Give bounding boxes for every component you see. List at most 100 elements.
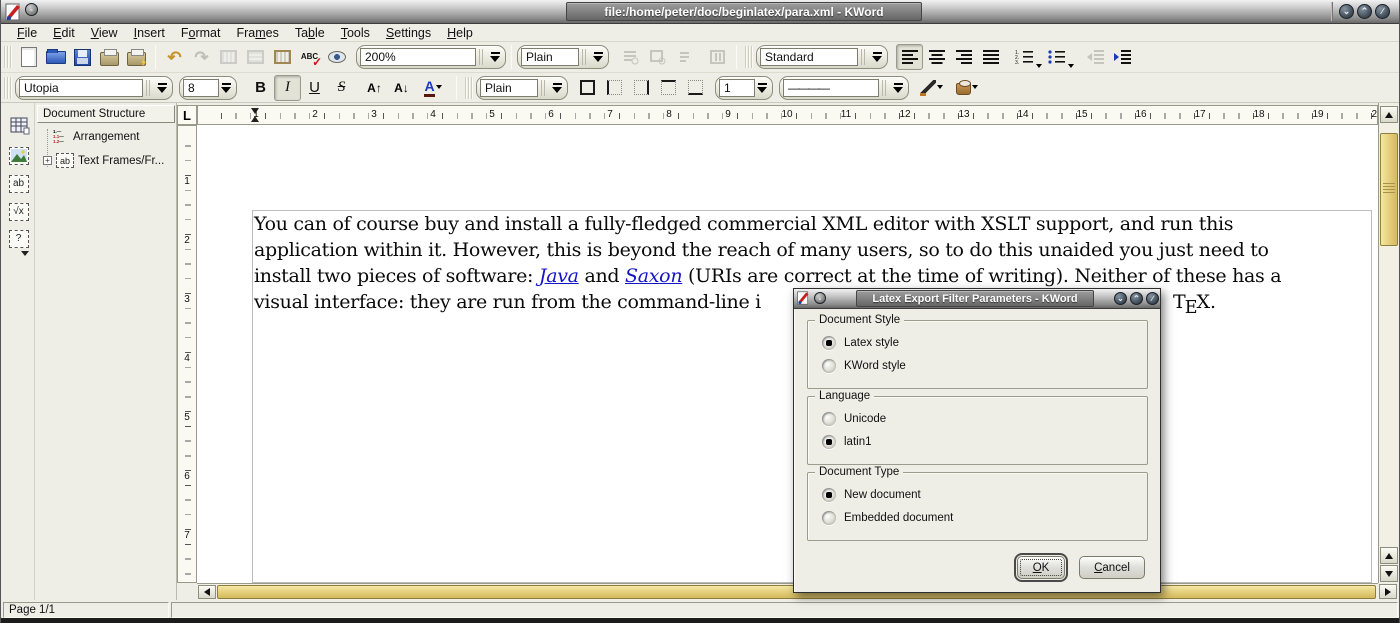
line-style-combobox[interactable]: ————: [779, 76, 909, 100]
redo-button[interactable]: ↷: [188, 44, 215, 70]
tree-item-arrangement[interactable]: 1.— 1.1— 1.2— Arrangement: [53, 129, 139, 144]
ok-button[interactable]: OK: [1017, 556, 1065, 579]
horizontal-ruler[interactable]: 1234567891011121314151617181920: [197, 105, 1378, 125]
numbered-list-button[interactable]: 1.2.3.: [1012, 44, 1044, 70]
indent-increase-button[interactable]: [1109, 44, 1136, 70]
chevron-down-icon[interactable]: [488, 52, 502, 62]
border-color-button[interactable]: [913, 75, 949, 101]
maximize-button[interactable]: ⌃: [1357, 4, 1372, 19]
chevron-down-icon[interactable]: [550, 83, 564, 93]
align-justify-button[interactable]: [977, 44, 1004, 70]
menu-file[interactable]: File: [9, 26, 45, 40]
bold-button[interactable]: B: [247, 75, 274, 101]
chevron-down-icon[interactable]: [219, 83, 233, 93]
frame-borders-button[interactable]: [215, 44, 242, 70]
create-style-button[interactable]: [617, 44, 644, 70]
radio-unicode[interactable]: Unicode: [822, 412, 886, 426]
radio-latex-style[interactable]: Latex style: [822, 336, 899, 350]
chevron-down-icon[interactable]: [436, 85, 442, 89]
style-manager-button[interactable]: [671, 44, 698, 70]
chevron-down-icon[interactable]: [1036, 64, 1042, 68]
align-right-button[interactable]: [950, 44, 977, 70]
spellcheck-button[interactable]: ABC✓: [296, 44, 323, 70]
radio-kword-style[interactable]: KWord style: [822, 359, 906, 373]
underline-button[interactable]: U: [301, 75, 328, 101]
radio-icon[interactable]: [822, 511, 836, 525]
border-top-button[interactable]: [655, 75, 682, 101]
document-structure-header[interactable]: Document Structure: [37, 105, 175, 123]
font-size-combobox[interactable]: 8: [179, 76, 237, 100]
print-preview-button[interactable]: [123, 44, 150, 70]
insert-formula-button[interactable]: √x: [6, 199, 31, 224]
menu-settings[interactable]: Settings: [378, 26, 439, 40]
document-page[interactable]: You can of course buy and install a full…: [197, 125, 1378, 583]
scroll-right-button[interactable]: [1379, 584, 1397, 599]
chevron-down-icon[interactable]: [755, 83, 769, 93]
insert-table-button[interactable]: [6, 113, 31, 138]
toolbar-grip[interactable]: [4, 77, 12, 99]
menu-table[interactable]: Table: [287, 26, 333, 40]
vertical-scrollbar[interactable]: [1378, 103, 1398, 583]
maximize-button[interactable]: ⌃: [1130, 292, 1143, 305]
chevron-down-icon[interactable]: [1068, 64, 1074, 68]
radio-icon[interactable]: [822, 336, 836, 350]
close-button[interactable]: ∕: [1146, 292, 1159, 305]
menu-view[interactable]: View: [83, 26, 126, 40]
vertical-scrollbar-thumb[interactable]: [1380, 133, 1398, 246]
menu-edit[interactable]: Edit: [45, 26, 83, 40]
font-color-button[interactable]: A: [415, 75, 451, 101]
window-menu-button[interactable]: -: [814, 292, 826, 304]
close-button[interactable]: ∕: [1375, 4, 1390, 19]
border-right-button[interactable]: [628, 75, 655, 101]
new-document-button[interactable]: [15, 44, 42, 70]
horizontal-scrollbar[interactable]: [197, 583, 1378, 600]
toolbar-grip[interactable]: [4, 46, 12, 68]
insert-part-button[interactable]: ?: [6, 226, 31, 251]
chevron-down-icon[interactable]: [21, 251, 29, 256]
chevron-down-icon[interactable]: [891, 83, 905, 93]
align-left-button[interactable]: [896, 44, 923, 70]
radio-icon[interactable]: [822, 488, 836, 502]
cancel-button[interactable]: Cancel: [1079, 556, 1145, 579]
border-style-combobox[interactable]: Plain: [476, 76, 568, 100]
review-button[interactable]: [323, 44, 350, 70]
radio-icon[interactable]: [822, 435, 836, 449]
create-framestyle-button[interactable]: [644, 44, 671, 70]
font-combobox[interactable]: Utopia: [15, 76, 173, 100]
menu-help[interactable]: Help: [439, 26, 481, 40]
expander-plus-icon[interactable]: +: [43, 156, 52, 165]
chevron-down-icon[interactable]: [937, 85, 943, 89]
window-titlebar[interactable]: - file:/home/peter/doc/beginlatex/para.x…: [1, 0, 1400, 24]
frame-vertical-button[interactable]: [269, 44, 296, 70]
radio-latin1[interactable]: latin1: [822, 435, 872, 449]
border-outline-button[interactable]: [574, 75, 601, 101]
vertical-ruler[interactable]: 12345678: [177, 125, 197, 583]
chevron-down-icon[interactable]: [155, 83, 169, 93]
toolbar-grip[interactable]: [745, 46, 753, 68]
strikethrough-button[interactable]: S: [328, 75, 355, 101]
tree-item-text-frames[interactable]: + ab Text Frames/Fr...: [43, 153, 164, 168]
indent-decrease-button[interactable]: [1082, 44, 1109, 70]
scroll-up-button-bottom[interactable]: [1380, 547, 1398, 564]
undo-button[interactable]: ↶: [161, 44, 188, 70]
border-width-combobox[interactable]: 1: [715, 76, 773, 100]
insert-picture-button[interactable]: [6, 143, 31, 168]
chevron-down-icon[interactable]: [591, 52, 605, 62]
style-list-combobox[interactable]: Standard: [756, 45, 888, 69]
java-link[interactable]: Java: [539, 265, 579, 287]
chevron-down-icon[interactable]: [870, 52, 884, 62]
border-bottom-button[interactable]: [682, 75, 709, 101]
save-button[interactable]: [69, 44, 96, 70]
frame-columns-button[interactable]: [242, 44, 269, 70]
minimize-button[interactable]: ⌄: [1339, 4, 1354, 19]
border-left-button[interactable]: [601, 75, 628, 101]
radio-icon[interactable]: [822, 359, 836, 373]
scroll-up-button[interactable]: [1380, 106, 1398, 123]
superscript-button[interactable]: A↑: [361, 75, 388, 101]
radio-embedded-document[interactable]: Embedded document: [822, 511, 953, 525]
menu-format[interactable]: Format: [173, 26, 229, 40]
framestyle-manager-button[interactable]: [704, 44, 731, 70]
menu-tools[interactable]: Tools: [333, 26, 378, 40]
paragraph-style-combobox[interactable]: Plain: [517, 45, 609, 69]
scroll-left-button[interactable]: [198, 585, 216, 599]
